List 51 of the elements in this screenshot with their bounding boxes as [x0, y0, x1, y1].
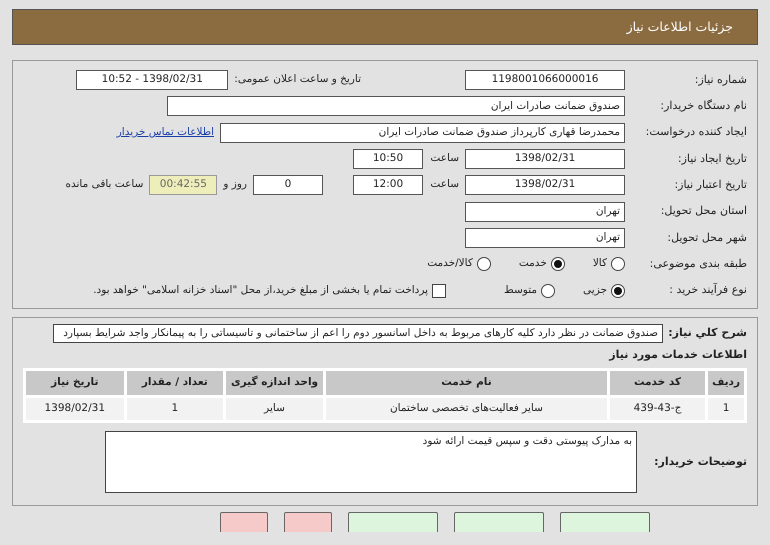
- radio-label: کالا/خدمت: [427, 256, 473, 272]
- description-label: شرح کلي نیاز:: [667, 325, 747, 342]
- field-label: نوع فرآیند خرید :: [668, 282, 747, 298]
- column-header: ردیف: [708, 370, 744, 395]
- table-cell: 1: [126, 398, 224, 420]
- field-label: ایجاد کننده درخواست:: [644, 124, 747, 140]
- radio-label: جزیی: [583, 282, 607, 298]
- field-label: تاریخ اعتبار نیاز:: [673, 177, 747, 194]
- description-box: صندوق ضمانت در نظر دارد کلیه کارهای مربوط به داخل اسانسور دوم را اعم از ساختمانی و تاسیساتی را به پیمانکار واجد شرایط بسپارد: [53, 324, 663, 344]
- column-header: واحد اندازه گیری: [226, 370, 324, 395]
- contact-link[interactable]: اطلاعات تماس خریدار: [116, 124, 214, 141]
- field-value: 12:00: [353, 175, 423, 196]
- column-header: نام خدمت: [326, 370, 607, 395]
- field-label: طبقه بندی موضوعی:: [648, 256, 747, 272]
- column-header: تعداد / مقدار: [126, 370, 224, 395]
- time-label: ساعت: [429, 177, 459, 192]
- time-label: ساعت: [429, 151, 459, 166]
- field-value: صندوق ضمانت صادرات ایران: [167, 96, 625, 116]
- field-label: نام دستگاه خریدار:: [659, 98, 747, 114]
- field-value: 1198001066000016: [465, 70, 625, 90]
- field-label: تاریخ ایجاد نیاز:: [676, 150, 747, 167]
- field-value: تهران: [465, 202, 625, 222]
- checkbox-label: پرداخت تمام یا بخشی از مبلغ خرید،از محل "اسناد خزانه اسلامی" خواهد بود.: [93, 282, 428, 298]
- header-title: جزئیات اطلاعات نیاز: [626, 18, 733, 36]
- table-cell: 1: [708, 398, 744, 420]
- days-label: روز و: [223, 177, 247, 192]
- notes-box: به مدارک پیوستی دقت و سپس قیمت ارائه شود: [105, 430, 637, 493]
- field-value: 1398/02/31: [465, 175, 625, 196]
- section-title: اطلاعات خدمات مورد نیاز: [608, 347, 747, 364]
- field-value: 1398/02/31 - 10:52: [76, 70, 228, 90]
- field-value: 0: [253, 175, 323, 196]
- column-header: کد خدمت: [610, 370, 706, 395]
- column-header: تاریخ نیاز: [26, 370, 124, 395]
- radio-label: متوسط: [504, 282, 538, 298]
- remaining-label: ساعت باقی مانده: [65, 177, 144, 192]
- countdown-field: 00:42:55: [149, 175, 218, 196]
- field-label: استان محل تحویل:: [660, 203, 747, 220]
- field-value: تهران: [465, 228, 625, 248]
- field-value: محمدرضا قهاری کارپرداز صندوق ضمانت صادرات ایران: [220, 122, 625, 143]
- table-cell: سایر فعالیت‌های تخصصی ساختمان: [326, 398, 607, 420]
- radio-label: کالا: [592, 256, 607, 272]
- field-label: تاریخ و ساعت اعلان عمومی:: [234, 72, 361, 88]
- table-cell: 1398/02/31: [26, 398, 124, 420]
- field-label: شماره نیاز:: [694, 72, 747, 88]
- field-value: 10:50: [353, 149, 423, 170]
- field-value: 1398/02/31: [465, 149, 625, 170]
- notes-label: توضیحات خریدار:: [653, 454, 747, 470]
- table-cell: ج-43-439: [610, 398, 706, 420]
- radio-label: خدمت: [518, 256, 547, 272]
- field-label: شهر محل تحویل:: [666, 230, 747, 246]
- table-cell: سایر: [226, 398, 324, 420]
